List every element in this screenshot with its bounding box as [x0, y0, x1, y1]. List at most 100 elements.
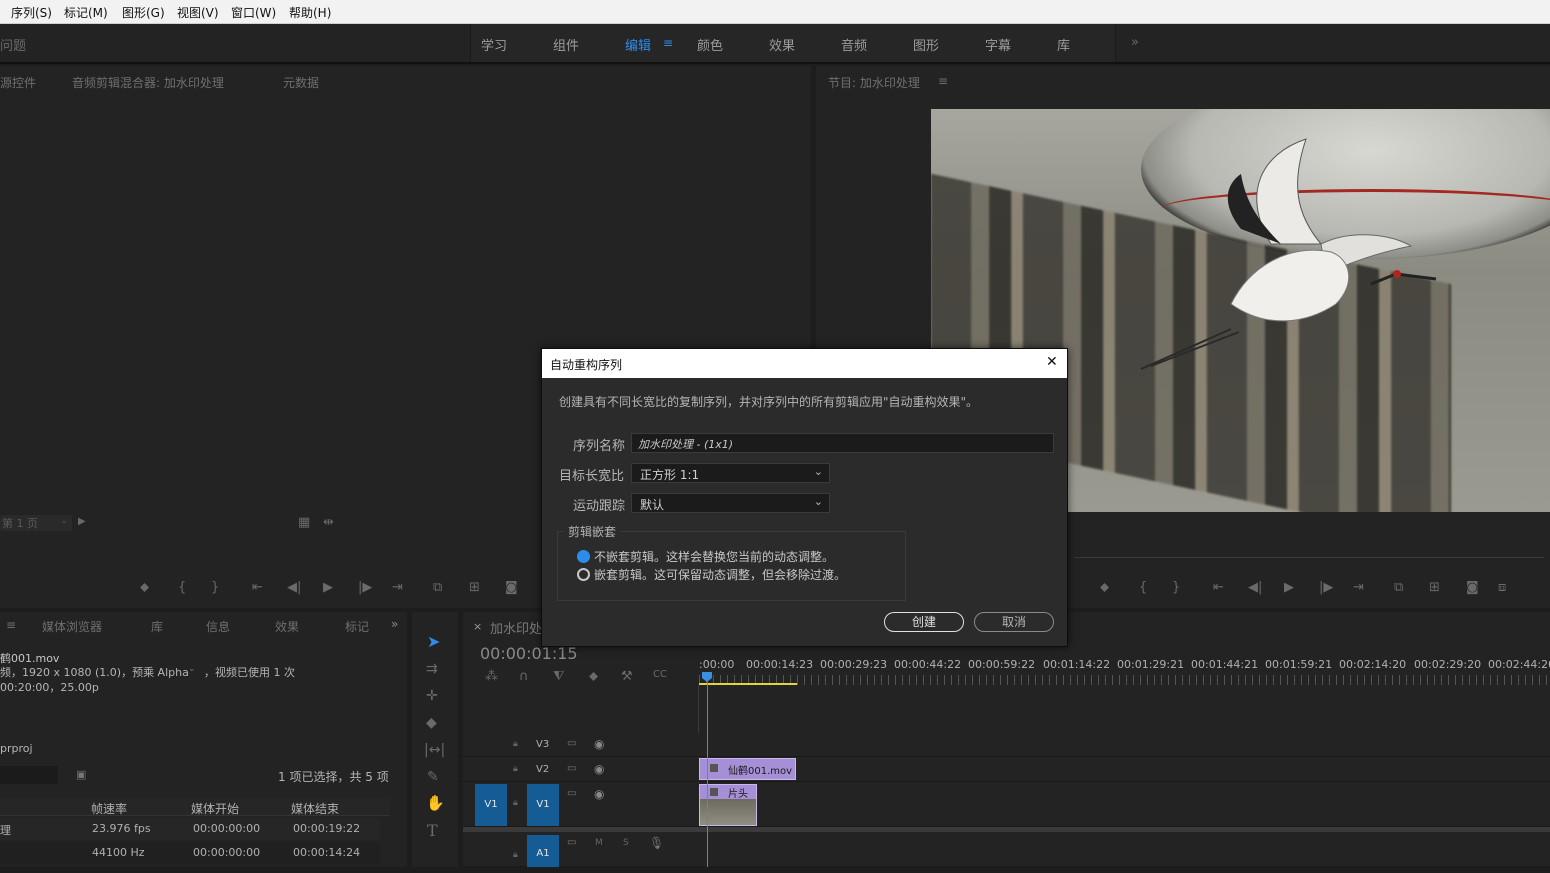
mark-in-icon[interactable]: {: [178, 581, 186, 594]
linked-selection-icon[interactable]: ⧨: [553, 670, 565, 683]
option-no-nest-label[interactable]: 不嵌套剪辑。这样会替换您当前的动态调整。: [594, 548, 834, 565]
prog-export-frame-icon[interactable]: ◙: [1466, 581, 1479, 594]
track-eye-icon[interactable]: ◉: [594, 737, 604, 751]
menu-help[interactable]: 帮助(H): [289, 4, 331, 21]
track-lock-icon[interactable]: 🔒︎: [513, 850, 518, 860]
track-eye-icon[interactable]: ◉: [594, 762, 604, 776]
track-select-icon[interactable]: ⇉: [426, 662, 438, 676]
timeline-close-icon[interactable]: ×: [473, 620, 482, 633]
track-target-v1[interactable]: V1: [527, 784, 559, 826]
project-search-input[interactable]: [0, 766, 58, 784]
prog-play-icon[interactable]: ▶: [1284, 581, 1294, 594]
go-to-out-icon[interactable]: ⇥: [392, 581, 403, 594]
snap-icon[interactable]: ∩: [519, 670, 529, 683]
comparison-view-icon[interactable]: ⧈: [1498, 581, 1506, 594]
timeline-marker-icon[interactable]: ⬥: [589, 670, 598, 683]
step-back-icon[interactable]: ◀|: [287, 581, 301, 594]
prog-step-back-icon[interactable]: ◀|: [1248, 581, 1262, 594]
selection-tool-icon[interactable]: ➤: [427, 634, 440, 650]
ripple-edit-icon[interactable]: ✛: [426, 689, 438, 703]
tab-assembly[interactable]: 组件: [553, 35, 579, 54]
close-icon[interactable]: ✕: [1046, 354, 1058, 370]
prog-add-marker-icon[interactable]: ⬥: [1100, 581, 1109, 594]
prog-mark-out-icon[interactable]: }: [1172, 581, 1180, 594]
step-forward-icon[interactable]: |▶: [358, 581, 372, 594]
work-area-bar[interactable]: [699, 683, 797, 685]
tab-libraries-panel[interactable]: 库: [151, 618, 163, 635]
tab-info[interactable]: 信息: [206, 618, 230, 635]
timeline-clip-v2[interactable]: 仙鹤001.mov: [699, 758, 796, 780]
type-tool-icon[interactable]: T: [427, 823, 438, 839]
workspace-overflow-icon[interactable]: »: [1131, 35, 1139, 50]
radio-nest[interactable]: [577, 568, 590, 581]
prog-go-to-in-icon[interactable]: ⇤: [1213, 581, 1224, 594]
time-ruler-ticks[interactable]: [699, 675, 1550, 685]
mute-button[interactable]: M: [595, 838, 603, 848]
tab-captions[interactable]: 字幕: [985, 35, 1011, 54]
export-frame-icon[interactable]: ◙: [505, 581, 518, 594]
menu-graphics[interactable]: 图形(G): [122, 4, 165, 21]
add-marker-icon[interactable]: ⬥: [140, 581, 149, 594]
create-button[interactable]: 创建: [884, 612, 964, 632]
option-nest-label[interactable]: 嵌套剪辑。这可保留动态调整，但会移除过渡。: [594, 566, 846, 583]
tab-effect-controls[interactable]: 源控件: [0, 74, 36, 91]
panel-overflow-icon[interactable]: »: [391, 617, 398, 631]
page-next-icon[interactable]: ▶: [78, 517, 86, 527]
track-v3[interactable]: 🔒︎ V3 ▭ ◉: [463, 733, 1550, 757]
nest-toggle-icon[interactable]: ⁂: [485, 670, 498, 683]
insert-icon[interactable]: ⧉: [433, 581, 442, 594]
menu-sequence[interactable]: 序列(S): [11, 4, 52, 21]
pen-tool-icon[interactable]: ✎: [427, 770, 439, 784]
track-lock-icon[interactable]: 🔒︎: [513, 798, 518, 808]
overwrite-icon[interactable]: ⊞: [469, 581, 480, 594]
page-select[interactable]: 第 1 页 ⌄: [0, 515, 72, 531]
tab-audio-mixer[interactable]: 音频剪辑混合器: 加水印处理: [72, 74, 224, 91]
settings-icon[interactable]: ⇹: [323, 516, 334, 529]
prog-step-forward-icon[interactable]: |▶: [1319, 581, 1333, 594]
track-eye-icon[interactable]: ◉: [594, 787, 604, 801]
tab-media-browser[interactable]: 媒体浏览器: [42, 618, 102, 635]
tab-learn[interactable]: 学习: [481, 35, 507, 54]
solo-button[interactable]: S: [623, 838, 629, 848]
lift-icon[interactable]: ⧉: [1394, 581, 1403, 594]
playhead-line[interactable]: [707, 682, 708, 867]
sequence-name-input[interactable]: 加水印处理 - (1x1): [631, 433, 1054, 453]
tab-libraries[interactable]: 库: [1057, 35, 1070, 54]
razor-tool-icon[interactable]: ◆: [426, 716, 437, 730]
track-lock-icon[interactable]: 🔒︎: [513, 739, 518, 749]
track-sync-icon[interactable]: ▭: [567, 788, 576, 799]
program-scrubber[interactable]: [1074, 550, 1544, 558]
workspace-menu-icon[interactable]: ≡: [663, 36, 673, 50]
program-menu-icon[interactable]: ≡: [938, 74, 948, 88]
slip-tool-icon[interactable]: |↔|: [424, 743, 445, 757]
tab-metadata[interactable]: 元数据: [283, 74, 319, 91]
track-sync-icon[interactable]: ▭: [567, 763, 576, 774]
timeline-tab[interactable]: 加水印处: [490, 618, 542, 637]
track-target-a1[interactable]: A1: [527, 835, 559, 867]
project-panel-menu-icon[interactable]: ≡: [6, 618, 16, 632]
motion-tracking-select[interactable]: 默认 ⌄: [631, 493, 830, 513]
col-media-end[interactable]: 媒体结束: [291, 800, 339, 817]
wrench-icon[interactable]: ⚒: [621, 670, 633, 683]
table-row[interactable]: 44100 Hz 00:00:00:00 00:00:14:24: [0, 842, 380, 864]
voiceover-mic-icon[interactable]: 🎙︎: [649, 836, 664, 850]
extract-icon[interactable]: ⊞: [1429, 581, 1440, 594]
prog-go-to-out-icon[interactable]: ⇥: [1353, 581, 1364, 594]
menu-view[interactable]: 视图(V): [177, 4, 219, 21]
prog-mark-in-icon[interactable]: {: [1139, 581, 1147, 594]
hand-tool-icon[interactable]: ✋: [426, 796, 445, 811]
tab-graphics[interactable]: 图形: [913, 35, 939, 54]
mark-out-icon[interactable]: }: [211, 581, 219, 594]
go-to-in-icon[interactable]: ⇤: [252, 581, 263, 594]
fit-icon[interactable]: ▦: [298, 516, 310, 529]
captions-icon[interactable]: CC: [653, 670, 667, 680]
track-v1[interactable]: 🔒︎ ▭ ◉: [463, 783, 1550, 827]
col-media-start[interactable]: 媒体开始: [191, 800, 239, 817]
tab-effects-panel[interactable]: 效果: [275, 618, 299, 635]
new-bin-icon[interactable]: ▣: [76, 768, 86, 781]
menu-markers[interactable]: 标记(M): [64, 4, 108, 21]
source-patch-v1[interactable]: V1: [475, 784, 507, 826]
aspect-ratio-select[interactable]: 正方形 1:1 ⌄: [631, 463, 830, 483]
track-v2[interactable]: 🔒︎ V2 ▭ ◉: [463, 758, 1550, 782]
menu-window[interactable]: 窗口(W): [231, 4, 276, 21]
